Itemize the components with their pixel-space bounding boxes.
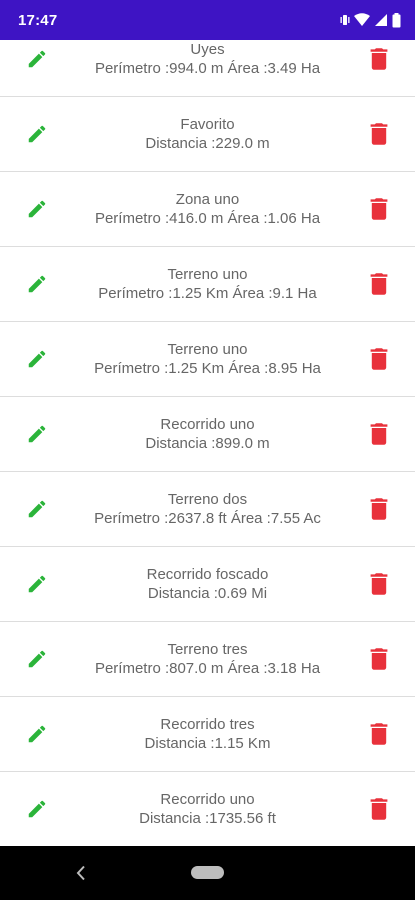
edit-button[interactable]: [24, 796, 50, 822]
item-title: Terreno tres: [167, 640, 248, 658]
edit-button[interactable]: [24, 571, 50, 597]
item-text: Favorito Distancia :229.0 m: [0, 115, 415, 154]
pencil-icon: [28, 200, 46, 218]
trash-icon: [370, 648, 388, 670]
delete-button[interactable]: [368, 121, 390, 147]
delete-button[interactable]: [368, 571, 390, 597]
trash-icon: [370, 48, 388, 70]
pencil-icon: [28, 575, 46, 593]
item-title: Zona uno: [175, 190, 240, 208]
trash-icon: [370, 423, 388, 445]
pencil-icon: [28, 425, 46, 443]
trash-icon: [370, 198, 388, 220]
pencil-icon: [28, 725, 46, 743]
pencil-icon: [28, 350, 46, 368]
trash-icon: [370, 798, 388, 820]
trash-icon: [370, 573, 388, 595]
edit-button[interactable]: [24, 346, 50, 372]
item-title: Terreno uno: [167, 265, 248, 283]
delete-button[interactable]: [368, 496, 390, 522]
delete-button[interactable]: [368, 346, 390, 372]
item-text: Recorrido foscado Distancia :0.69 Mi: [0, 565, 415, 604]
status-bar: 17:47: [0, 0, 415, 40]
item-detail: Distancia :1735.56 ft: [139, 810, 276, 827]
list-item[interactable]: Recorrido tres Distancia :1.15 Km: [0, 697, 415, 772]
delete-button[interactable]: [368, 196, 390, 222]
item-text: Uyes Perímetro :994.0 m Área :3.49 Ha: [0, 40, 415, 79]
item-title: Favorito: [180, 115, 235, 133]
list-item[interactable]: Terreno uno Perímetro :1.25 Km Área :9.1…: [0, 247, 415, 322]
saved-items-list[interactable]: Uyes Perímetro :994.0 m Área :3.49 Ha Fa…: [0, 40, 415, 846]
item-detail: Distancia :0.69 Mi: [147, 585, 268, 602]
item-detail: Distancia :899.0 m: [145, 435, 270, 452]
item-text: Recorrido uno Distancia :1735.56 ft: [0, 790, 415, 829]
item-text: Recorrido tres Distancia :1.15 Km: [0, 715, 415, 754]
edit-button[interactable]: [24, 196, 50, 222]
item-detail: Distancia :1.15 Km: [144, 735, 271, 752]
item-title: Terreno uno: [167, 340, 248, 358]
list-item[interactable]: Terreno dos Perímetro :2637.8 ft Área :7…: [0, 472, 415, 547]
list-item[interactable]: Recorrido uno Distancia :1735.56 ft: [0, 772, 415, 846]
trash-icon: [370, 123, 388, 145]
item-detail: Perímetro :994.0 m Área :3.49 Ha: [94, 60, 321, 77]
pencil-icon: [28, 500, 46, 518]
item-detail: Perímetro :1.25 Km Área :8.95 Ha: [94, 360, 321, 377]
delete-button[interactable]: [368, 271, 390, 297]
item-title: Recorrido foscado: [146, 565, 269, 583]
item-text: Terreno tres Perímetro :807.0 m Área :3.…: [0, 640, 415, 679]
pencil-icon: [28, 125, 46, 143]
status-icons: [340, 12, 401, 28]
home-pill[interactable]: [191, 866, 224, 879]
list-item[interactable]: Terreno tres Perímetro :807.0 m Área :3.…: [0, 622, 415, 697]
list-item[interactable]: Terreno uno Perímetro :1.25 Km Área :8.9…: [0, 322, 415, 397]
edit-button[interactable]: [24, 271, 50, 297]
edit-button[interactable]: [24, 121, 50, 147]
item-title: Terreno dos: [167, 490, 248, 508]
edit-button[interactable]: [24, 46, 50, 72]
list-item[interactable]: Recorrido foscado Distancia :0.69 Mi: [0, 547, 415, 622]
delete-button[interactable]: [368, 646, 390, 672]
item-detail: Perímetro :2637.8 ft Área :7.55 Ac: [94, 510, 321, 527]
item-title: Recorrido tres: [160, 715, 255, 733]
trash-icon: [370, 723, 388, 745]
list-item[interactable]: Favorito Distancia :229.0 m: [0, 97, 415, 172]
item-detail: Distancia :229.0 m: [145, 135, 270, 152]
pencil-icon: [28, 800, 46, 818]
pencil-icon: [28, 650, 46, 668]
item-title: Recorrido uno: [160, 415, 255, 433]
item-detail: Perímetro :416.0 m Área :1.06 Ha: [94, 210, 321, 227]
item-text: Terreno dos Perímetro :2637.8 ft Área :7…: [0, 490, 415, 529]
item-text: Recorrido uno Distancia :899.0 m: [0, 415, 415, 454]
back-icon[interactable]: [74, 863, 88, 883]
trash-icon: [370, 498, 388, 520]
pencil-icon: [28, 50, 46, 68]
delete-button[interactable]: [368, 46, 390, 72]
edit-button[interactable]: [24, 496, 50, 522]
item-title: Uyes: [190, 40, 225, 58]
status-time: 17:47: [18, 11, 58, 29]
edit-button[interactable]: [24, 646, 50, 672]
item-text: Zona uno Perímetro :416.0 m Área :1.06 H…: [0, 190, 415, 229]
list-item[interactable]: Uyes Perímetro :994.0 m Área :3.49 Ha: [0, 40, 415, 97]
item-detail: Perímetro :1.25 Km Área :9.1 Ha: [98, 285, 317, 302]
trash-icon: [370, 348, 388, 370]
delete-button[interactable]: [368, 796, 390, 822]
delete-button[interactable]: [368, 421, 390, 447]
battery-icon: [392, 12, 401, 28]
navigation-bar: [0, 846, 415, 900]
signal-icon: [374, 13, 388, 27]
item-text: Terreno uno Perímetro :1.25 Km Área :9.1…: [0, 265, 415, 304]
wifi-icon: [354, 13, 370, 27]
item-title: Recorrido uno: [160, 790, 255, 808]
trash-icon: [370, 273, 388, 295]
edit-button[interactable]: [24, 721, 50, 747]
vibrate-icon: [340, 13, 350, 27]
edit-button[interactable]: [24, 421, 50, 447]
list-item[interactable]: Recorrido uno Distancia :899.0 m: [0, 397, 415, 472]
delete-button[interactable]: [368, 721, 390, 747]
item-text: Terreno uno Perímetro :1.25 Km Área :8.9…: [0, 340, 415, 379]
item-detail: Perímetro :807.0 m Área :3.18 Ha: [94, 660, 321, 677]
pencil-icon: [28, 275, 46, 293]
list-item[interactable]: Zona uno Perímetro :416.0 m Área :1.06 H…: [0, 172, 415, 247]
